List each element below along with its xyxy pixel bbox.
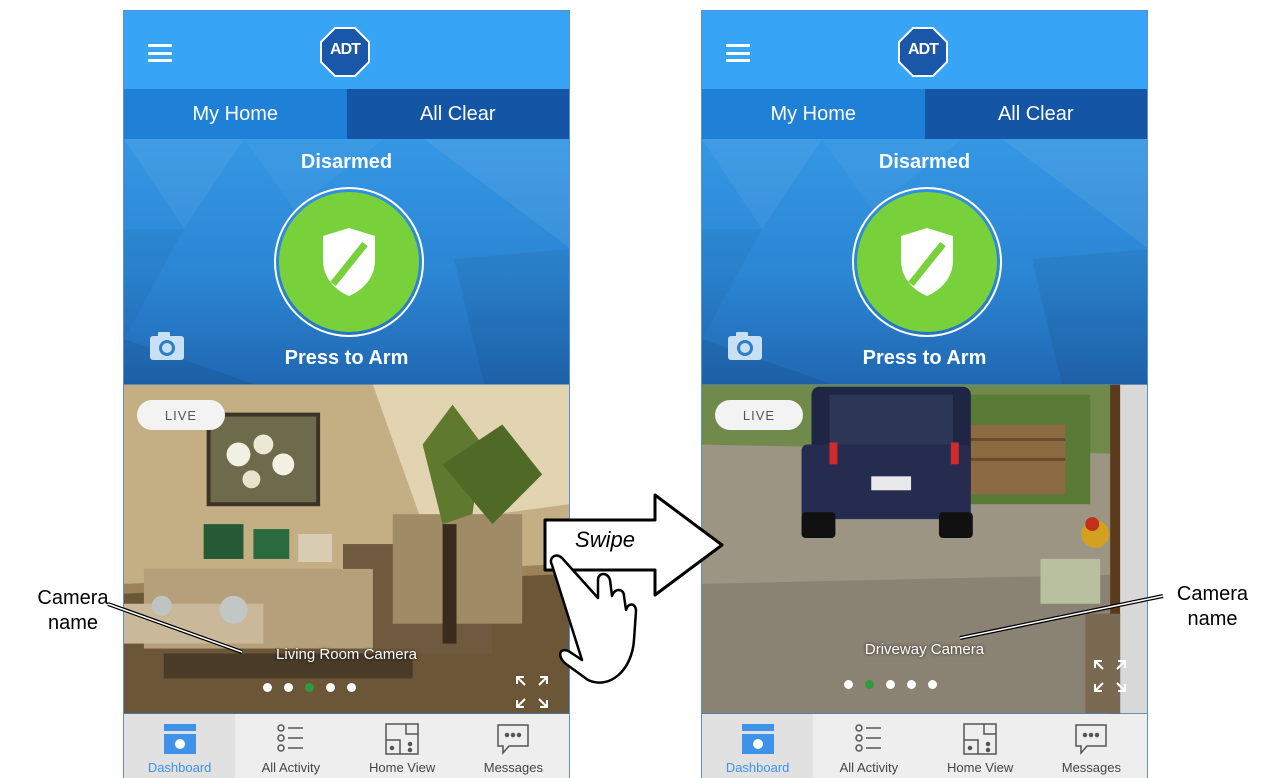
live-badge: LIVE xyxy=(137,400,225,430)
page-dot[interactable] xyxy=(284,683,293,692)
nav-all-activity[interactable]: All Activity xyxy=(813,714,924,778)
tab-my-home[interactable]: My Home xyxy=(702,89,925,139)
camera-icon[interactable] xyxy=(148,329,188,361)
camera-feed[interactable]: LIVE Driveway Camera xyxy=(702,384,1147,714)
message-bubble-icon xyxy=(497,724,530,756)
nav-home-view-label: Home View xyxy=(947,760,1014,775)
arm-button-fill xyxy=(279,192,419,332)
swipe-label: Swipe xyxy=(575,527,635,552)
nav-messages-label: Messages xyxy=(483,760,543,775)
camera-feed[interactable]: LIVE Living Room Camera xyxy=(124,384,569,714)
bottom-navigation: Dashboard All Activity Home View Message… xyxy=(124,714,569,778)
phone-screen-right: ADT My Home All Clear Disarmed Press to … xyxy=(701,10,1148,778)
nav-all-activity-label: All Activity xyxy=(839,760,899,775)
security-panel: Disarmed Press to Arm xyxy=(702,139,1147,384)
tab-all-clear[interactable]: All Clear xyxy=(924,89,1147,139)
status-tabs: My Home All Clear xyxy=(702,89,1147,139)
phone-screen-left: ADT My Home All Clear Disarmed Press to … xyxy=(123,10,570,778)
camera-name-callout-right: Camera name xyxy=(1176,583,1249,630)
dashboard-icon xyxy=(163,724,196,754)
security-panel: Disarmed Press to Arm xyxy=(124,139,569,384)
menu-icon[interactable] xyxy=(148,44,172,62)
nav-messages[interactable]: Messages xyxy=(458,714,569,778)
security-state-label: Disarmed xyxy=(878,151,971,173)
nav-home-view[interactable]: Home View xyxy=(925,714,1036,778)
nav-all-activity[interactable]: All Activity xyxy=(235,714,346,778)
shield-icon xyxy=(323,228,375,296)
page-dot-active[interactable] xyxy=(865,680,874,689)
bottom-navigation: Dashboard All Activity Home View Message… xyxy=(702,714,1147,778)
fullscreen-expand-icon[interactable] xyxy=(1092,658,1128,694)
camera-name-callout-left: Camera name xyxy=(37,587,109,634)
page-dot[interactable] xyxy=(928,680,937,689)
page-dot-active[interactable] xyxy=(305,683,314,692)
nav-dashboard-label: Dashboard xyxy=(147,760,212,775)
camera-icon[interactable] xyxy=(726,329,766,361)
page-dot[interactable] xyxy=(886,680,895,689)
dashboard-icon xyxy=(741,724,774,754)
nav-messages[interactable]: Messages xyxy=(1036,714,1147,778)
page-dot[interactable] xyxy=(263,683,272,692)
security-state-label: Disarmed xyxy=(300,151,393,173)
activity-list-icon xyxy=(855,724,881,752)
arm-button-fill xyxy=(857,192,997,332)
fullscreen-expand-icon[interactable] xyxy=(514,674,550,710)
driveway-video-frame xyxy=(702,384,1147,714)
adt-logo: ADT xyxy=(898,27,948,77)
living-room-video-frame xyxy=(124,384,569,714)
feed-page-dots xyxy=(263,683,368,693)
page-dot[interactable] xyxy=(907,680,916,689)
floorplan-icon xyxy=(963,723,997,755)
camera-name-label: Driveway Camera xyxy=(864,641,985,658)
app-header: ADT xyxy=(124,11,569,89)
shield-icon xyxy=(901,228,953,296)
menu-icon[interactable] xyxy=(726,44,750,62)
adt-logo: ADT xyxy=(320,27,370,77)
app-header: ADT xyxy=(702,11,1147,89)
status-tabs: My Home All Clear xyxy=(124,89,569,139)
feed-page-dots xyxy=(844,680,949,690)
nav-home-view[interactable]: Home View xyxy=(347,714,458,778)
activity-list-icon xyxy=(277,724,303,752)
message-bubble-icon xyxy=(1075,724,1108,756)
page-dot[interactable] xyxy=(844,680,853,689)
nav-dashboard[interactable]: Dashboard xyxy=(702,714,814,778)
press-to-arm-label: Press to Arm xyxy=(862,347,987,369)
nav-all-activity-label: All Activity xyxy=(261,760,321,775)
tab-all-clear[interactable]: All Clear xyxy=(346,89,569,139)
nav-home-view-label: Home View xyxy=(369,760,436,775)
nav-messages-label: Messages xyxy=(1061,760,1121,775)
nav-dashboard[interactable]: Dashboard xyxy=(124,714,236,778)
nav-dashboard-label: Dashboard xyxy=(725,760,790,775)
press-to-arm-label: Press to Arm xyxy=(284,347,409,369)
floorplan-icon xyxy=(385,723,419,755)
page-dot[interactable] xyxy=(347,683,356,692)
camera-name-label: Living Room Camera xyxy=(276,646,417,663)
page-dot[interactable] xyxy=(326,683,335,692)
arm-button[interactable] xyxy=(274,187,424,337)
tab-my-home[interactable]: My Home xyxy=(124,89,347,139)
live-badge: LIVE xyxy=(715,400,803,430)
arm-button[interactable] xyxy=(852,187,1002,337)
